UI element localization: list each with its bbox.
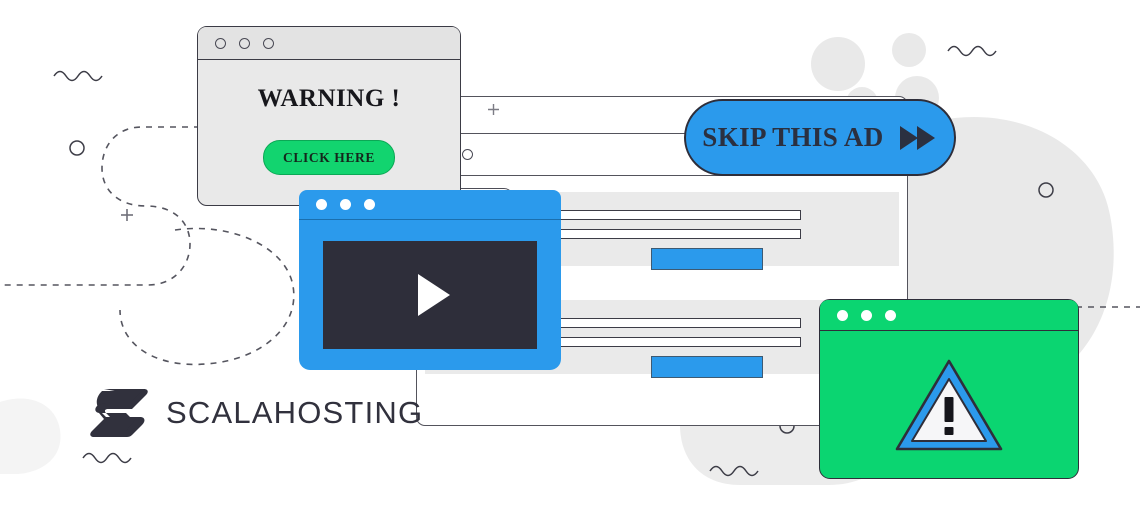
video-player-window[interactable] <box>299 190 561 370</box>
maximize-icon[interactable] <box>364 199 375 210</box>
fast-forward-icon <box>899 125 935 150</box>
skip-ad-label: SKIP THIS AD <box>702 122 884 152</box>
dashed-s-curve <box>0 126 200 286</box>
alert-window-titlebar <box>820 300 1078 331</box>
video-window-titlebar <box>299 190 561 220</box>
dashed-oval <box>119 227 295 366</box>
card-text-line <box>531 210 801 220</box>
maximize-icon[interactable] <box>885 309 896 321</box>
warning-window-body: WARNING ! CLICK HERE <box>198 60 460 205</box>
card-text-line <box>531 318 801 328</box>
maximize-icon[interactable] <box>263 37 274 49</box>
plus-mark-left <box>121 209 133 221</box>
warning-popup-window[interactable]: WARNING ! CLICK HERE <box>197 26 461 206</box>
plus-icon[interactable] <box>487 103 499 115</box>
bubble-2 <box>892 33 926 67</box>
alert-window-body <box>820 331 1078 478</box>
minimize-icon[interactable] <box>861 309 872 321</box>
outline-circle-left <box>69 140 85 156</box>
close-icon[interactable] <box>837 309 848 321</box>
play-triangle-icon[interactable] <box>418 274 450 316</box>
illustration-canvas: WARNING ! CLICK HERE SKIP THIS AD SCALAH… <box>0 0 1140 513</box>
card-action-button[interactable] <box>651 248 763 270</box>
bubble-1 <box>811 37 865 91</box>
scalahosting-s-mark <box>90 389 148 437</box>
blob-left-faint <box>0 398 61 474</box>
close-icon[interactable] <box>316 199 327 210</box>
minimize-icon[interactable] <box>340 199 351 210</box>
squiggle-top-left <box>53 70 103 82</box>
card-text-line <box>531 229 801 239</box>
alert-popup-window[interactable] <box>819 299 1079 479</box>
card-action-button[interactable] <box>651 356 763 378</box>
video-screen[interactable] <box>323 241 537 349</box>
skip-ad-button[interactable]: SKIP THIS AD <box>684 99 956 176</box>
minimize-icon[interactable] <box>239 37 250 49</box>
click-here-button[interactable]: CLICK HERE <box>263 140 395 175</box>
warning-triangle-icon <box>895 359 1003 450</box>
toolbar-circle-2[interactable] <box>462 149 473 160</box>
squiggle-bottom-left <box>82 452 132 464</box>
card-text-line <box>531 337 801 347</box>
scalahosting-logo: SCALAHOSTING <box>88 387 423 439</box>
warning-window-titlebar <box>198 27 460 60</box>
squiggle-top-right <box>947 45 997 57</box>
logo-text: SCALAHOSTING <box>166 395 424 430</box>
warning-title: WARNING ! <box>257 85 401 112</box>
close-icon[interactable] <box>215 37 226 49</box>
